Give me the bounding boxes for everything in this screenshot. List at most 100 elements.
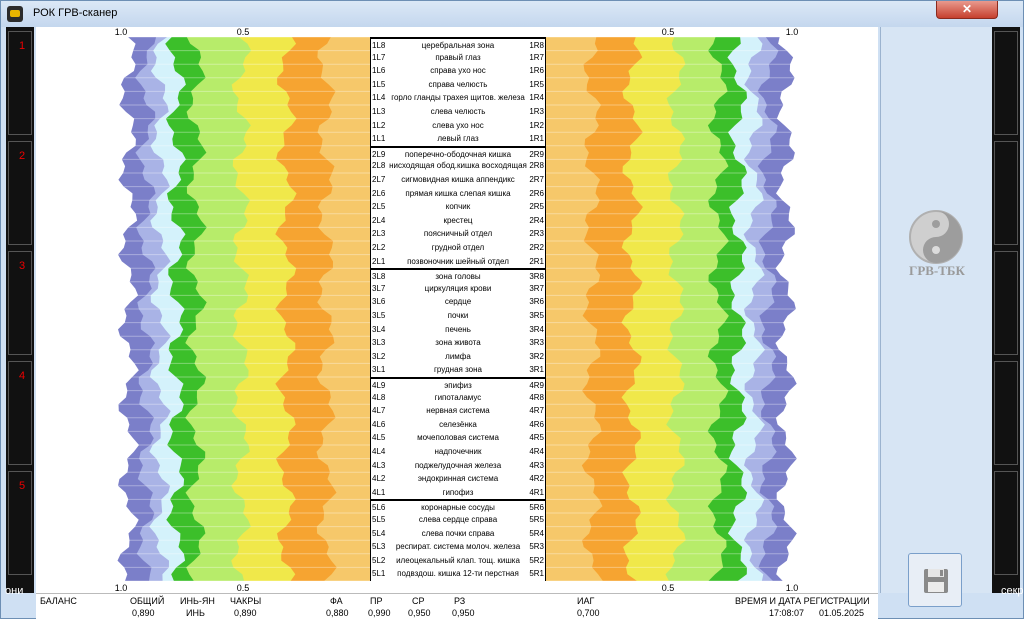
axis-top-left-05: 0.5	[236, 27, 250, 37]
sr-label: СР	[412, 596, 425, 606]
zone-row[interactable]: 5L4 слева почки справа 5R4	[370, 526, 546, 541]
zone-row[interactable]: 3L8 зона головы 3R8	[370, 268, 546, 282]
zone-row[interactable]: 5L5 слева сердце справа 5R5	[370, 513, 546, 527]
right-thumbnail-4[interactable]	[994, 361, 1018, 465]
zone-row[interactable]: 2L3 поясничный отдел 2R3	[370, 227, 546, 241]
yinyang-label: ИНЬ-ЯН	[180, 596, 215, 606]
axis-top-right-05: 0.5	[661, 27, 675, 37]
zone-row[interactable]: 3L7 циркуляция крови 3R7	[370, 281, 546, 296]
zone-row[interactable]: 3L1 грудная зона 3R1	[370, 363, 546, 377]
zone-name: гипофиз	[442, 487, 474, 497]
zone-row[interactable]: 4L3 поджелудочная железа 4R3	[370, 458, 546, 473]
zone-code-left: 4L4	[372, 447, 386, 456]
zone-row[interactable]: 5L3 респират. система молоч. железа 5R3	[370, 540, 546, 554]
zone-name: церебральная зона	[421, 41, 495, 50]
zone-code-left: 2L2	[372, 243, 386, 252]
zone-name: позвоночник шейный отдел	[407, 256, 509, 266]
zone-row[interactable]: 4L1 гипофиз 4R1	[370, 485, 546, 500]
finger-2-thumbnail[interactable]: 2	[8, 141, 32, 245]
zone-row[interactable]: 1L5 справа челюсть 1R5	[370, 77, 546, 92]
zone-code-right: 2R9	[529, 149, 544, 159]
zone-code-left: 5L3	[372, 542, 386, 552]
zone-name: зона головы	[435, 272, 481, 282]
zone-row[interactable]: 1L7 правый глаз 1R7	[370, 50, 546, 65]
zone-row[interactable]: 1L1 левый глаз 1R1	[370, 132, 546, 146]
axis-top-left-1: 1.0	[114, 27, 128, 37]
zone-code-left: 1L4	[372, 93, 386, 103]
zone-row[interactable]: 5L1 подвздош. кишка 12-ти перстная 5R1	[370, 567, 546, 581]
zone-code-left: 1L2	[372, 120, 386, 130]
zone-code-right: 1R8	[529, 41, 544, 50]
zone-row[interactable]: 3L3 зона живота 3R3	[370, 336, 546, 350]
zone-code-right: 5R6	[529, 503, 544, 513]
zone-code-left: 2L9	[372, 149, 386, 159]
close-button[interactable]: ✕	[936, 1, 998, 19]
zone-code-left: 2L4	[372, 215, 386, 225]
zone-code-left: 3L3	[372, 338, 386, 348]
zone-name: коронарные сосуды	[421, 503, 495, 513]
date-value: 01.05.2025	[819, 608, 865, 618]
zone-code-left: 2L8	[372, 161, 386, 171]
zone-row[interactable]: 3L6 сердце 3R6	[370, 295, 546, 309]
zone-name: правый глаз	[435, 52, 481, 62]
zone-code-right: 2R5	[529, 202, 544, 212]
zone-code-left: 1L1	[372, 134, 386, 144]
zone-row[interactable]: 5L2 илеоцекальный клап. тощ. кишка 5R2	[370, 553, 546, 568]
finger-3-thumbnail[interactable]: 3	[8, 251, 32, 355]
yinyang-value: ИНЬ	[186, 608, 205, 618]
title-bar[interactable]: РОК ГРВ-сканер ✕	[1, 1, 1023, 27]
axis-bottom-right-05: 0.5	[661, 583, 675, 593]
fa-value: 0,880	[326, 608, 349, 618]
zone-row[interactable]: 2L1 позвоночник шейный отдел 2R1	[370, 254, 546, 269]
zone-name: респират. система молоч. железа	[395, 542, 521, 552]
zone-row[interactable]: 4L6 селезёнка 4R6	[370, 417, 546, 432]
zone-row[interactable]: 4L5 мочеполовая система 4R5	[370, 431, 546, 445]
zone-row[interactable]: 4L7 нервная система 4R7	[370, 404, 546, 418]
zone-code-left: 1L7	[372, 52, 386, 62]
save-button[interactable]	[908, 553, 962, 607]
zone-row[interactable]: 1L8 церебральная зона 1R8	[370, 37, 546, 51]
zone-row[interactable]: 3L5 почки 3R5	[370, 309, 546, 323]
zone-row[interactable]: 2L5 копчик 2R5	[370, 200, 546, 214]
zone-code-right: 4R8	[529, 392, 544, 402]
right-thumbnail-1[interactable]	[994, 31, 1018, 135]
zone-row[interactable]: 5L6 коронарные сосуды 5R6	[370, 499, 546, 513]
zone-row[interactable]: 2L2 грудной отдел 2R2	[370, 241, 546, 255]
axis-top-right-1: 1.0	[785, 27, 799, 37]
zone-row[interactable]: 4L2 эндокринная система 4R2	[370, 472, 546, 486]
zone-code-left: 4L1	[372, 487, 386, 497]
zone-code-left: 3L7	[372, 283, 386, 293]
zone-row[interactable]: 1L2 слева ухо нос 1R2	[370, 118, 546, 133]
zone-row[interactable]: 2L9 поперечно-ободочная кишка 2R9	[370, 145, 546, 160]
right-thumbnail-3[interactable]	[994, 251, 1018, 355]
zone-code-right: 1R1	[529, 134, 544, 144]
right-thumbnail-5[interactable]	[994, 471, 1018, 575]
zone-row[interactable]: 2L6 прямая кишка слепая кишка 2R6	[370, 186, 546, 201]
energy-diagram: 1.0 0.5 0.5 1.0 1.0 0.5 0.5 1.0 1L8 цереб…	[36, 27, 878, 593]
zone-code-left: 3L4	[372, 324, 386, 334]
zone-row[interactable]: 2L8 нисходящая обод.кишка восходящая 2R8	[370, 159, 546, 173]
zone-name: справа челюсть	[428, 79, 488, 89]
zone-row[interactable]: 3L2 лимфа 3R2	[370, 349, 546, 364]
zone-code-right: 2R4	[529, 215, 544, 225]
zone-code-left: 1L5	[372, 79, 386, 89]
axis-bottom-left-1: 1.0	[114, 583, 128, 593]
zone-row[interactable]: 3L4 печень 3R4	[370, 322, 546, 337]
zone-row[interactable]: 1L3 слева челюсть 1R3	[370, 105, 546, 119]
zone-code-left: 5L2	[372, 555, 386, 565]
finger-4-thumbnail[interactable]: 4	[8, 361, 32, 465]
zone-row[interactable]: 1L6 справа ухо нос 1R6	[370, 64, 546, 78]
finger-1-thumbnail[interactable]: 1	[8, 31, 32, 135]
zone-code-left: 4L7	[372, 406, 386, 416]
right-thumbnail-2[interactable]	[994, 141, 1018, 245]
finger-5-thumbnail[interactable]: 5	[8, 471, 32, 575]
zone-row[interactable]: 4L8 гипоталамус 4R8	[370, 390, 546, 405]
zone-row[interactable]: 2L7 сигмовидная кишка аппендикс 2R7	[370, 173, 546, 187]
zone-row[interactable]: 2L4 крестец 2R4	[370, 213, 546, 228]
zone-row[interactable]: 4L4 надпочечник 4R4	[370, 445, 546, 459]
zone-code-right: 2R8	[529, 161, 544, 171]
zone-code-right: 2R3	[529, 229, 544, 239]
zone-row[interactable]: 1L4 горло гланды трахея щитов. железа 1R4	[370, 91, 546, 105]
zone-row[interactable]: 4L9 эпифиз 4R9	[370, 377, 546, 391]
logo-text: ГРВ-ТБК	[909, 263, 965, 278]
